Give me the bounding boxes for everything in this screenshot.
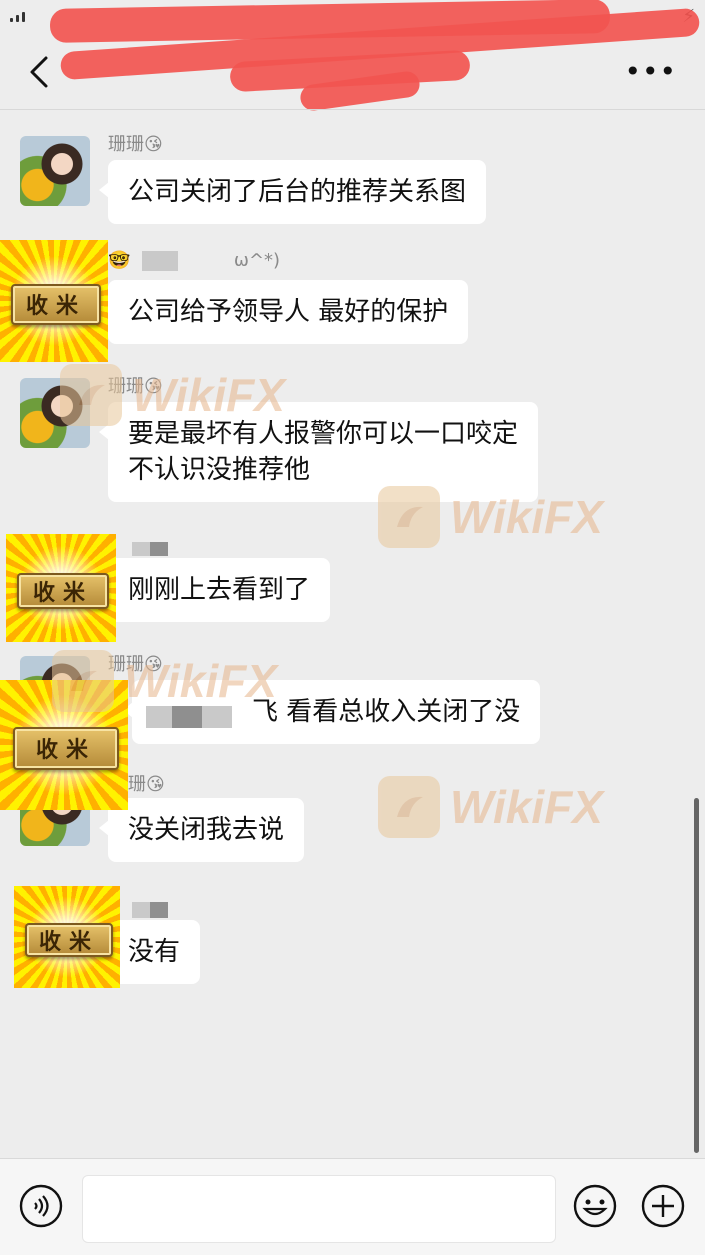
input-bar — [0, 1158, 705, 1255]
avatar[interactable] — [20, 378, 90, 448]
chat-header: ••• — [0, 36, 705, 110]
scrollbar[interactable] — [694, 798, 699, 1153]
signal-icon — [10, 12, 25, 22]
sender-name: 🤓 ω^*) — [108, 250, 281, 271]
sticker-plaque: 收米 — [12, 726, 120, 770]
sender-name: 珊珊😘 — [108, 376, 163, 397]
message-bubble[interactable]: 没有 — [98, 920, 201, 984]
sender-name: 珊珊😘 — [108, 654, 163, 675]
message-line: 不认识没推荐他 — [128, 455, 311, 485]
sender-name: 珊珊😘 — [108, 134, 163, 155]
sticker-plaque: 收米 — [10, 283, 102, 325]
sticker-plaque: 收米 — [24, 922, 114, 958]
back-arrow-icon[interactable] — [22, 50, 58, 94]
avatar[interactable] — [20, 136, 90, 206]
watermark: WikiFX — [378, 776, 603, 838]
sticker-image: 收米 — [14, 886, 120, 988]
message-bubble[interactable]: 要是最坏有人报警你可以一口咬定 不认识没推荐他 — [98, 402, 539, 502]
sticker-image: 收米 — [6, 534, 116, 642]
more-icon[interactable]: ••• — [624, 58, 677, 86]
message-line: 要是最坏有人报警你可以一口咬定 — [128, 419, 519, 449]
watermark-logo-icon — [378, 776, 440, 838]
message-bubble[interactable]: 公司给予领导人 最好的保护 — [98, 280, 469, 344]
sticker-plaque: 收米 — [17, 572, 109, 610]
voice-icon[interactable] — [18, 1183, 64, 1229]
sticker-image: 收米 — [0, 680, 128, 810]
message-bubble[interactable]: 飞 看看总收入关闭了没 — [122, 680, 541, 744]
header-divider — [0, 109, 705, 110]
message-bubble[interactable]: 刚刚上去看到了 — [98, 558, 331, 622]
sticker-image: 收米 — [0, 240, 108, 362]
sender-name: 珊😘 — [128, 774, 165, 795]
message-input[interactable] — [82, 1175, 556, 1243]
message-bubble[interactable]: 没关闭我去说 — [98, 798, 305, 862]
message-bubble[interactable]: 公司关闭了后台的推荐关系图 — [98, 160, 487, 224]
plus-icon[interactable] — [640, 1183, 686, 1229]
emoji-icon[interactable] — [572, 1183, 618, 1229]
